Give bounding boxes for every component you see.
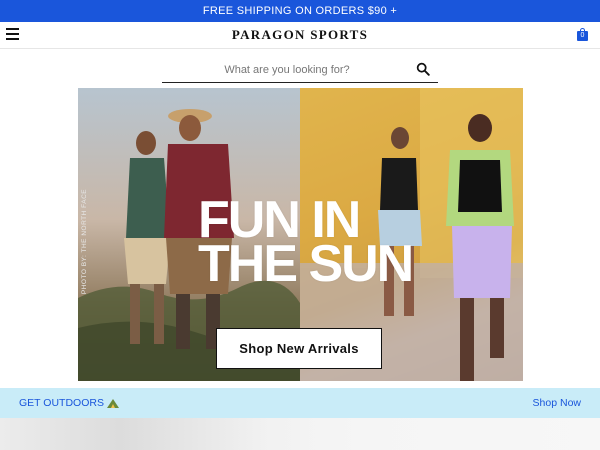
search-input[interactable] [162,59,412,81]
tent-icon [106,399,119,408]
promo-bar[interactable]: FREE SHIPPING ON ORDERS $90 + [0,0,600,22]
site-header: PARAGON SPORTS 0 [0,22,600,49]
get-outdoors-label[interactable]: GET OUTDOORS [19,397,104,409]
hero-banner[interactable]: PHOTO BY: THE NORTH FACE FUN IN THE SUN … [78,88,523,381]
shop-now-link[interactable]: Shop Now [533,397,581,409]
shop-new-arrivals-button[interactable]: Shop New Arrivals [216,328,382,369]
photo-credit: PHOTO BY: THE NORTH FACE [81,188,89,295]
hero-headline-line2: THE SUN [198,235,414,293]
cart-count: 0 [577,31,588,41]
search-bar [162,56,438,83]
hero-headline: FUN IN THE SUN [198,194,428,293]
get-outdoors-banner[interactable]: GET OUTDOORS Shop Now [0,388,600,418]
promo-text[interactable]: FREE SHIPPING ON ORDERS $90 + [203,5,397,17]
next-section-preview [0,418,600,450]
logo[interactable]: PARAGON SPORTS [0,27,600,43]
get-outdoors-link[interactable]: GET OUTDOORS [19,397,119,409]
search-icon[interactable] [416,62,430,76]
cart-button[interactable]: 0 [577,28,588,41]
